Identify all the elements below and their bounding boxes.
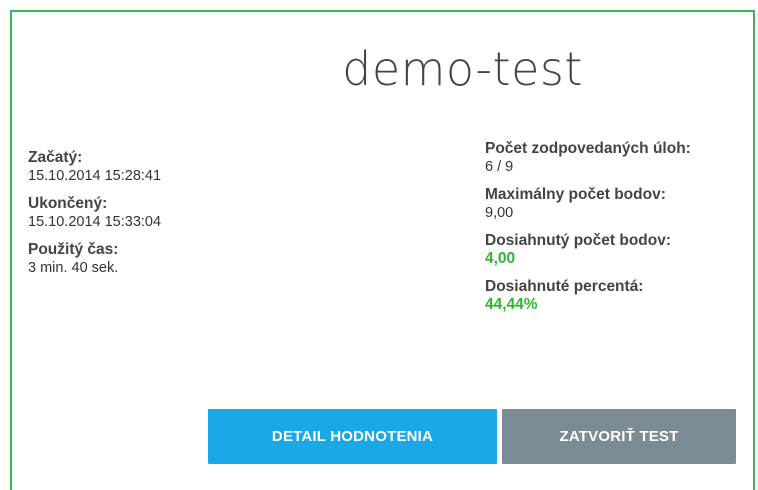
started-value: 15.10.2014 15:28:41: [28, 168, 162, 184]
close-test-button[interactable]: ZATVORIŤ TEST: [502, 409, 736, 464]
achieved-points-label: Dosiahnutý počet bodov:: [485, 232, 671, 249]
percent-value: 44,44%: [485, 296, 538, 313]
achieved-points-value: 4,00: [485, 250, 516, 267]
max-points-value: 9,00: [485, 205, 514, 221]
max-points-label: Maximálny počet bodov:: [485, 186, 666, 203]
result-panel: demo-test Začatý: 15.10.2014 15:28:41 Uk…: [10, 10, 755, 490]
time-used-value: 3 min. 40 sek.: [28, 260, 119, 276]
ended-value: 15.10.2014 15:33:04: [28, 214, 162, 230]
detail-evaluation-button[interactable]: DETAIL HODNOTENIA: [208, 409, 497, 464]
answered-count-value: 6 / 9: [485, 159, 514, 175]
time-used-label: Použitý čas:: [28, 241, 119, 258]
time-info-column: Začatý: 15.10.2014 15:28:41 Ukončený: 15…: [28, 149, 288, 287]
started-label: Začatý:: [28, 149, 83, 166]
score-info-column: Počet zodpovedaných úloh: 6 / 9 Maximáln…: [485, 140, 750, 324]
ended-label: Ukončený:: [28, 195, 108, 212]
test-title: demo-test: [342, 42, 583, 96]
percent-label: Dosiahnuté percentá:: [485, 278, 644, 295]
answered-count-label: Počet zodpovedaných úloh:: [485, 140, 691, 157]
